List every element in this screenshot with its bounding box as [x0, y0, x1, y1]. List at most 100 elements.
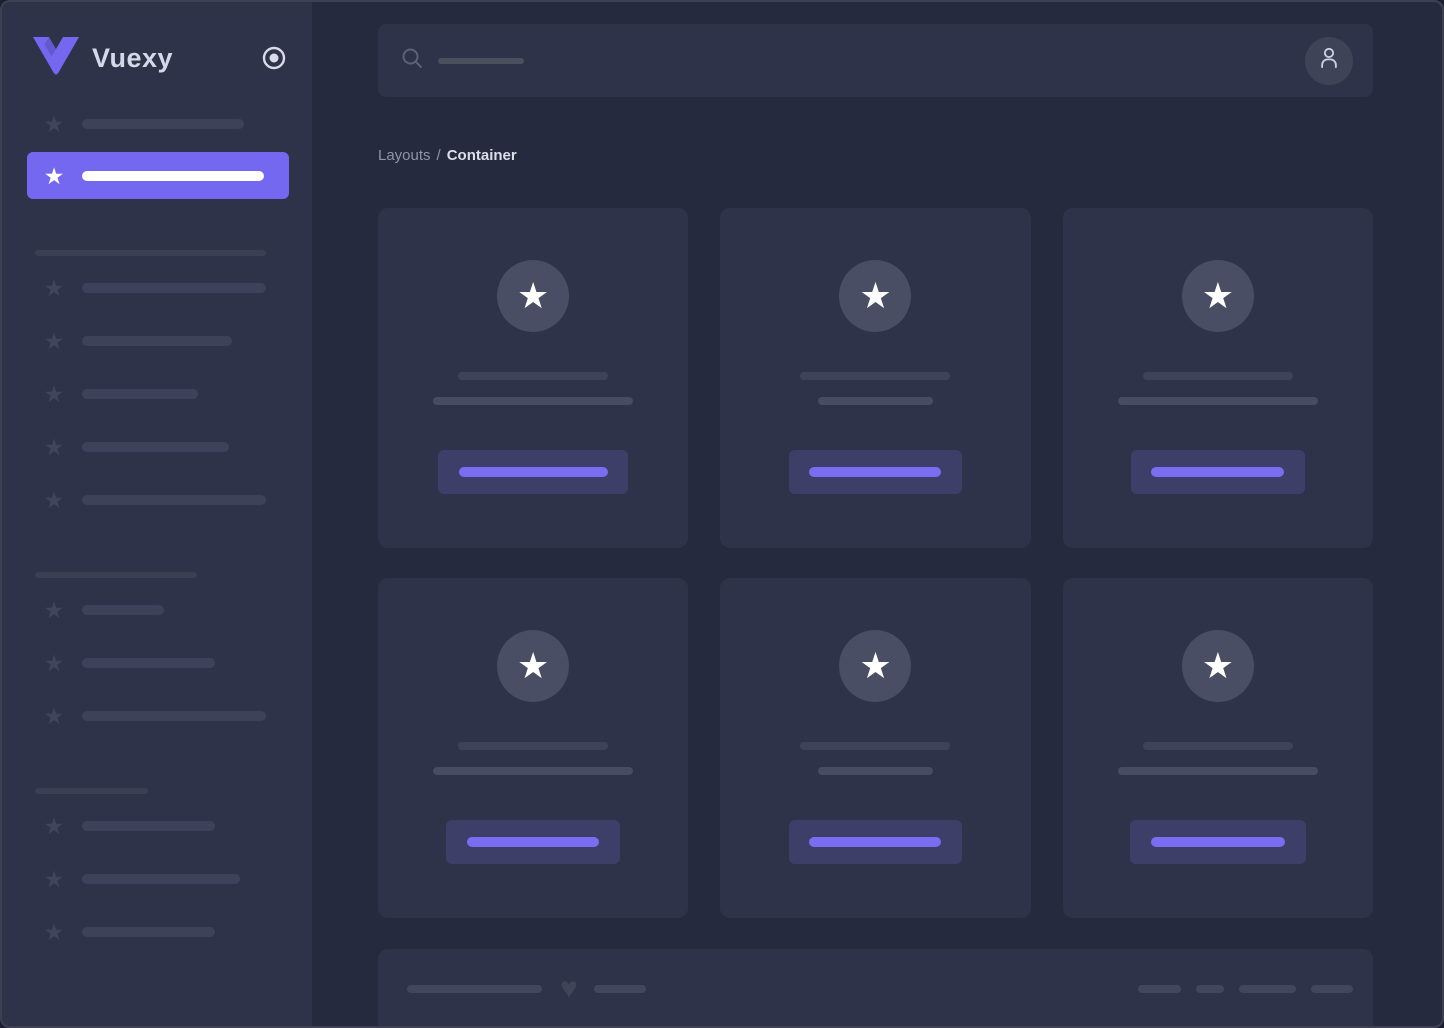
sidebar-item[interactable]: ★ [2, 435, 312, 459]
sidebar-section-header-placeholder [35, 572, 197, 578]
sidebar-item-label-placeholder [82, 283, 266, 293]
card-action-button[interactable] [788, 820, 962, 864]
card-avatar-circle: ★ [497, 630, 570, 702]
card-text-placeholder [433, 397, 634, 405]
sidebar-item-label-placeholder [82, 119, 244, 129]
sidebar-item-label-placeholder [82, 495, 266, 505]
placeholder-card: ★ [1062, 578, 1373, 918]
card-text-placeholder [1117, 767, 1318, 775]
placeholder-card: ★ [1062, 208, 1373, 548]
breadcrumb-separator: / [436, 147, 441, 164]
brand-name: Vuexy [92, 42, 174, 73]
footer-link-placeholder[interactable] [1239, 985, 1296, 993]
star-icon: ★ [43, 919, 65, 945]
card-action-button[interactable] [788, 450, 962, 494]
sidebar-item[interactable]: ★ [2, 704, 312, 728]
star-icon: ★ [43, 650, 65, 676]
card-action-button[interactable] [446, 820, 621, 864]
card-avatar-circle: ★ [497, 260, 570, 332]
vuexy-logo-icon [32, 36, 80, 80]
card-avatar-circle: ★ [839, 260, 912, 332]
sidebar-item-label-placeholder [82, 927, 215, 937]
card-text-placeholder [1117, 397, 1318, 405]
star-icon: ★ [1201, 645, 1234, 686]
sidebar-item-label-placeholder [82, 711, 266, 721]
sidebar-item-active[interactable]: ★ [27, 152, 289, 199]
footer-credit-placeholder [593, 985, 646, 993]
footer-link-placeholder[interactable] [1196, 985, 1224, 993]
sidebar-item[interactable]: ★ [2, 276, 312, 300]
sidebar-section-header-placeholder [35, 250, 266, 256]
user-avatar-button[interactable] [1305, 36, 1353, 85]
star-icon: ★ [43, 703, 65, 729]
card-action-button[interactable] [1130, 450, 1305, 494]
heart-icon: ♥ [560, 972, 578, 1005]
card-action-button[interactable] [1129, 820, 1306, 864]
star-icon: ★ [43, 813, 65, 839]
sidebar-item-label-placeholder [82, 874, 240, 884]
star-icon: ★ [43, 162, 65, 189]
breadcrumb-current-page: Container [446, 147, 517, 164]
card-title-placeholder [1142, 372, 1293, 380]
sidebar-section-header-placeholder [35, 788, 148, 794]
star-icon: ★ [1201, 275, 1234, 316]
star-icon: ★ [43, 866, 65, 892]
sidebar-item[interactable]: ★ [2, 814, 312, 838]
star-icon: ★ [43, 111, 65, 137]
sidebar-item[interactable]: ★ [2, 488, 312, 512]
sidebar-item[interactable]: ★ [2, 112, 312, 136]
main-content: Layouts / Container ★ ★ ★ ★ ★ ★ ♥ [312, 2, 1442, 1026]
sidebar: Vuexy ★ ★ ★ ★ ★ ★ ★ ★ ★ ★ ★ ★ ★ [2, 2, 312, 1026]
sidebar-item[interactable]: ★ [2, 867, 312, 891]
sidebar-item-label-placeholder [82, 170, 264, 181]
sidebar-item[interactable]: ★ [2, 651, 312, 675]
star-icon: ★ [43, 434, 65, 460]
placeholder-card: ★ [378, 578, 689, 918]
card-action-button[interactable] [438, 450, 629, 494]
card-avatar-circle: ★ [839, 630, 912, 702]
search-icon [401, 47, 423, 74]
button-label-placeholder [1151, 467, 1285, 477]
star-icon: ★ [859, 275, 892, 316]
card-text-placeholder [817, 767, 933, 775]
button-label-placeholder [809, 837, 942, 847]
star-icon: ★ [43, 275, 65, 301]
footer-link-placeholder[interactable] [1311, 985, 1353, 993]
card-title-placeholder [800, 742, 951, 750]
breadcrumb-section-link[interactable]: Layouts [378, 147, 431, 164]
button-label-placeholder [458, 467, 608, 477]
search-input[interactable] [378, 24, 1373, 97]
star-icon: ★ [43, 328, 65, 354]
star-icon: ★ [859, 645, 892, 686]
breadcrumb: Layouts / Container [378, 147, 1373, 164]
button-label-placeholder [1150, 837, 1285, 847]
footer-link-placeholder[interactable] [1138, 985, 1181, 993]
menu-pin-toggle-icon[interactable] [262, 46, 286, 70]
sidebar-item[interactable]: ★ [2, 598, 312, 622]
placeholder-card: ★ [720, 578, 1031, 918]
app-window: Vuexy ★ ★ ★ ★ ★ ★ ★ ★ ★ ★ ★ ★ ★ Layouts … [0, 0, 1444, 1028]
sidebar-item-label-placeholder [82, 821, 215, 831]
brand: Vuexy [32, 36, 286, 80]
star-icon: ★ [517, 275, 550, 316]
button-label-placeholder [467, 837, 600, 847]
star-icon: ★ [43, 487, 65, 513]
sidebar-item[interactable]: ★ [2, 920, 312, 944]
card-title-placeholder [458, 742, 609, 750]
card-grid: ★ ★ ★ ★ ★ ★ [378, 208, 1373, 918]
placeholder-card: ★ [720, 208, 1031, 548]
sidebar-item-label-placeholder [82, 605, 164, 615]
footer-copyright-placeholder [407, 985, 542, 993]
placeholder-card: ★ [378, 208, 689, 548]
sidebar-item-label-placeholder [82, 442, 229, 452]
card-avatar-circle: ★ [1181, 630, 1254, 702]
footer-links [1138, 985, 1353, 993]
card-text-placeholder [817, 397, 933, 405]
card-text-placeholder [433, 767, 634, 775]
sidebar-item[interactable]: ★ [2, 382, 312, 406]
sidebar-item-label-placeholder [82, 389, 198, 399]
star-icon: ★ [43, 381, 65, 407]
search-placeholder-bar [438, 57, 524, 64]
sidebar-item-label-placeholder [82, 658, 215, 668]
sidebar-item[interactable]: ★ [2, 329, 312, 353]
